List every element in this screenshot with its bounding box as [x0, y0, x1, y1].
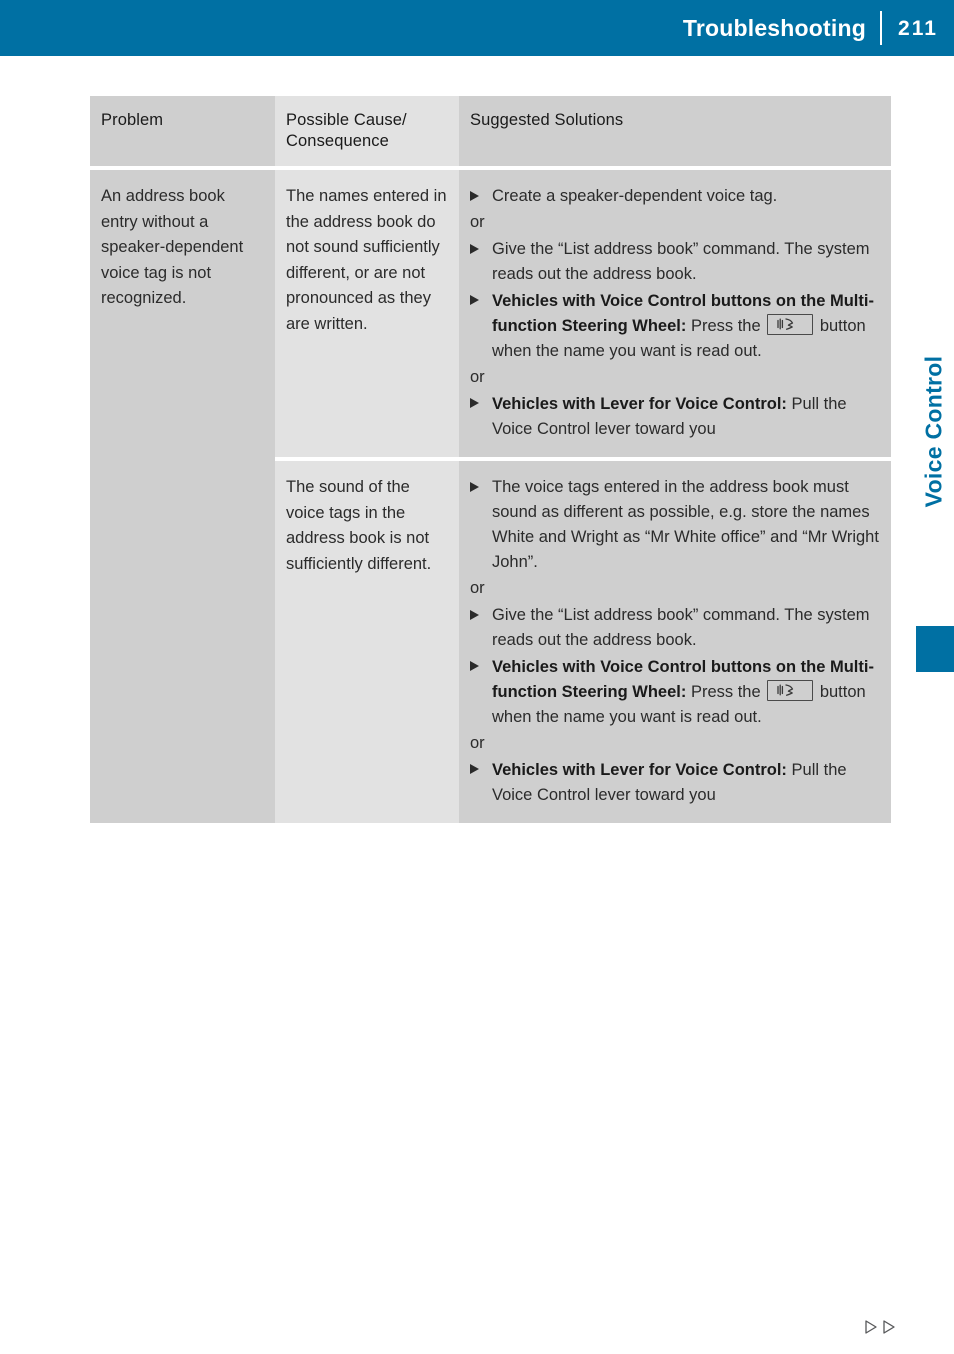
- solution-list: The voice tags entered in the address bo…: [470, 475, 879, 808]
- cell-solutions: Create a speaker-dependent voice tag. or…: [459, 170, 891, 457]
- bullet-triangle-icon: [470, 609, 479, 620]
- list-item: Vehicles with Voice Control buttons on t…: [470, 655, 879, 730]
- voice-control-button-icon: [767, 313, 814, 335]
- list-item: Give the “List address book” command. Th…: [470, 603, 879, 653]
- column-header-cause-line1: Possible Cause/: [286, 111, 407, 129]
- troubleshooting-table: Problem Possible Cause/ Consequence Sugg…: [90, 96, 891, 824]
- list-item: Vehicles with Voice Control buttons on t…: [470, 289, 879, 364]
- cell-cause: The sound of the voice tags in the addre…: [275, 461, 459, 824]
- page-number: 211: [898, 16, 938, 40]
- list-item-bold-lead: Vehicles with Lever for Voice Control:: [492, 760, 787, 779]
- bullet-triangle-icon: [470, 481, 479, 492]
- bullet-triangle-icon: [470, 295, 479, 306]
- column-header-cause-line2: Consequence: [286, 132, 389, 151]
- cell-cause: The names entered in the address book do…: [275, 170, 459, 457]
- list-item: Give the “List address book” command. Th…: [470, 237, 879, 287]
- bullet-triangle-icon: [470, 190, 479, 201]
- chapter-side-tab-label: Voice Control: [920, 355, 947, 508]
- bullet-triangle-icon: [470, 398, 479, 409]
- list-item-bold-lead: Vehicles with Voice Control buttons on t…: [492, 657, 874, 701]
- list-item-text-pre: Press the: [690, 682, 761, 701]
- voice-control-button-icon: [767, 679, 814, 701]
- list-item-bold-lead: Vehicles with Lever for Voice Control:: [492, 394, 787, 413]
- bullet-triangle-icon: [470, 661, 479, 672]
- continuation-arrows-icon: [864, 1319, 897, 1335]
- column-header-problem: Problem: [90, 96, 275, 167]
- list-item-or: or: [470, 733, 485, 752]
- list-item-bold-lead: Vehicles with Voice Control buttons on t…: [492, 291, 874, 335]
- table-row: An address book entry without a speaker-…: [90, 170, 891, 824]
- list-item: Vehicles with Lever for Voice Control: P…: [470, 392, 879, 442]
- chapter-side-marker: [916, 626, 954, 672]
- table-header-row: Problem Possible Cause/ Consequence Sugg…: [90, 96, 891, 167]
- bullet-triangle-icon: [470, 243, 479, 254]
- list-item-or: or: [470, 367, 485, 386]
- list-item-text: The voice tags entered in the address bo…: [492, 478, 879, 572]
- cell-solutions: The voice tags entered in the address bo…: [459, 461, 891, 824]
- solution-list: Create a speaker-dependent voice tag. or…: [470, 184, 879, 442]
- list-item: Vehicles with Lever for Voice Control: P…: [470, 758, 879, 808]
- cell-problem: An address book entry without a speaker-…: [90, 170, 275, 824]
- list-item: The voice tags entered in the address bo…: [470, 475, 879, 575]
- chapter-side-tab: Voice Control: [914, 356, 954, 620]
- bullet-triangle-icon: [470, 764, 479, 775]
- column-header-solutions: Suggested Solutions: [459, 96, 891, 167]
- page-title: Troubleshooting: [682, 14, 866, 41]
- list-item-text: Give the “List address book” command. Th…: [492, 240, 870, 284]
- column-header-cause: Possible Cause/ Consequence: [275, 96, 459, 167]
- list-item-text: Give the “List address book” command. Th…: [492, 606, 870, 650]
- list-item-text-pre: Press the: [690, 316, 761, 335]
- list-item-or: or: [470, 579, 485, 598]
- list-item: Create a speaker-dependent voice tag.: [470, 184, 879, 209]
- list-item-text: Create a speaker-dependent voice tag.: [492, 187, 778, 206]
- list-item-or: or: [470, 213, 485, 232]
- page-header: Troubleshooting 211: [0, 0, 954, 56]
